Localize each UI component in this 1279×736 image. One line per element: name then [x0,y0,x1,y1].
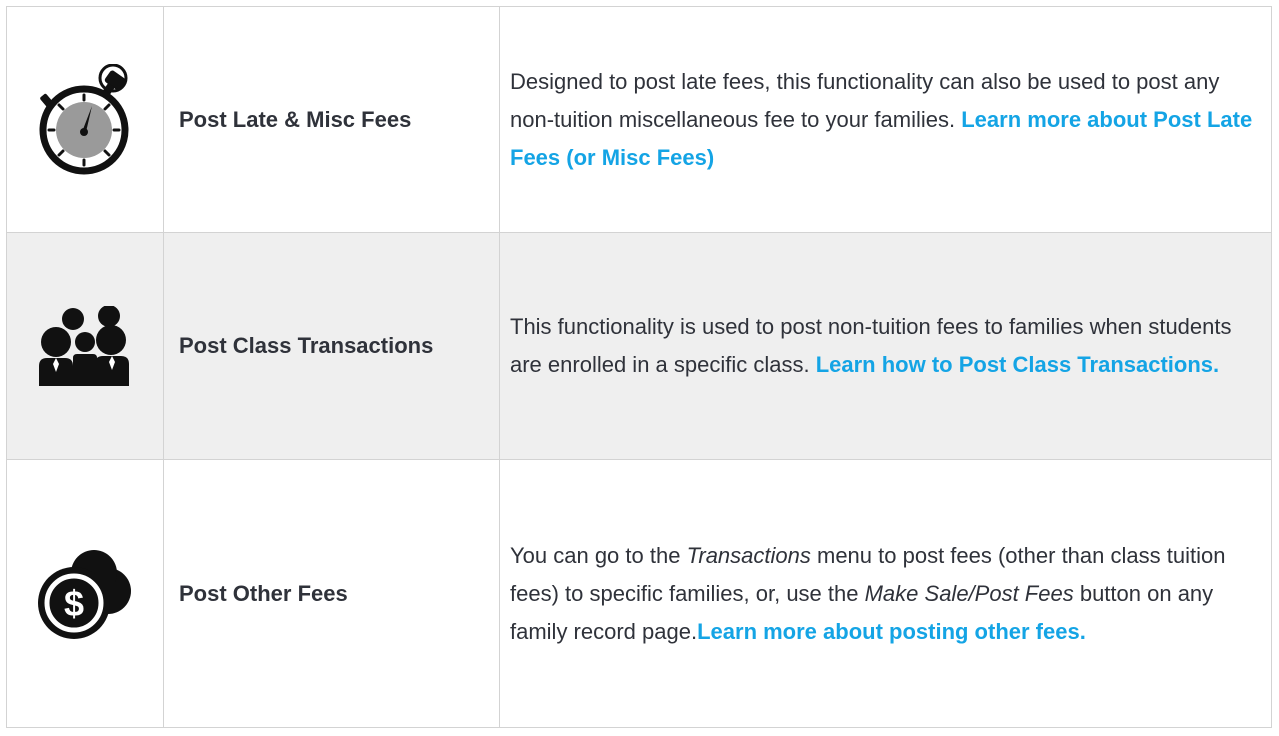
feature-name: Post Late & Misc Fees [163,6,500,233]
fee-features-table: Post Late & Misc Fees Designed to post l… [6,6,1272,728]
icon-cell [6,6,164,233]
table-row: Post Class Transactions This functionali… [6,232,1272,460]
feature-name: Post Other Fees [163,459,500,728]
people-group-icon [37,306,133,386]
svg-text:$: $ [64,583,84,624]
learn-class-transactions-link[interactable]: Learn how to Post Class Transactions. [816,352,1219,377]
description-text: You can go to the [510,542,687,568]
coins-dollar-icon: $ [38,549,132,639]
table-row: $ Post Other Fees You can go to the Tran… [6,459,1272,728]
learn-posting-other-fees-link[interactable]: Learn more about posting other fees. [697,619,1086,644]
icon-cell: $ [6,459,164,728]
feature-description: Designed to post late fees, this functio… [499,6,1272,233]
feature-description: You can go to the Transactions menu to p… [499,459,1272,728]
stopwatch-icon [39,63,131,174]
transactions-menu-name: Transactions [686,542,811,568]
make-sale-button-name: Make Sale/Post Fees [864,580,1074,606]
feature-description: This functionality is used to post non-t… [499,232,1272,460]
table-row: Post Late & Misc Fees Designed to post l… [6,6,1272,233]
icon-cell [6,232,164,460]
feature-name: Post Class Transactions [163,232,500,460]
